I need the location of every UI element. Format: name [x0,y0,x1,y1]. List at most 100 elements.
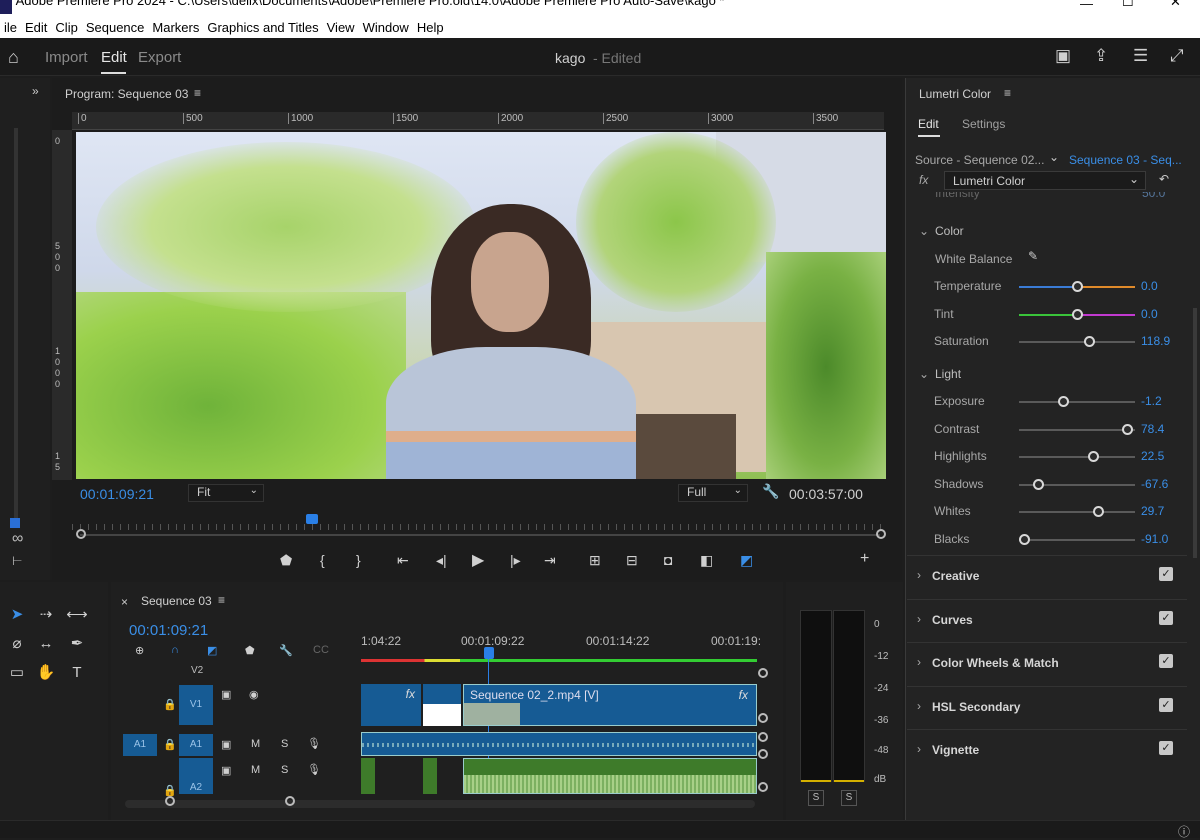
snap-icon[interactable]: ∩ [171,644,179,656]
slider-knob[interactable] [1092,506,1104,517]
slip-tool-icon[interactable]: ↔ [33,631,59,657]
export-frame-icon[interactable]: ◘ [664,552,672,568]
type-tool-icon[interactable]: T [64,660,90,686]
insert-sequence-icon[interactable]: ⊕ [135,644,144,657]
slider-knob[interactable] [1072,281,1083,292]
solo-right-button[interactable]: S [841,790,857,806]
track-scroll-handle-1[interactable] [758,668,768,678]
slider-value[interactable]: 118.9 [1141,334,1170,348]
left-vertical-slider[interactable] [14,128,18,528]
menu-item-5[interactable]: Graphics and Titles [203,20,322,35]
solo-left-button[interactable]: S [808,790,824,806]
button-editor-icon[interactable]: + [860,550,869,568]
slider-knob[interactable] [1018,534,1030,545]
track-v1-target[interactable]: V1 [179,685,213,725]
slider-value[interactable]: 0.0 [1141,307,1158,321]
audio-clip-a2-main[interactable] [463,758,757,794]
sequence-clip-label[interactable]: Sequence 03 - Seq... [1069,153,1182,167]
expand-panels-icon[interactable]: » [32,84,39,98]
slider-track[interactable] [1019,341,1135,343]
info-icon[interactable]: ⓘ [1178,823,1190,840]
program-monitor-title[interactable]: Program: Sequence 03 [65,87,188,101]
sync-lock-icon[interactable]: ▣ [221,738,231,751]
audio-clip-a1[interactable] [361,732,757,756]
quick-export-icon[interactable]: ▣ [1055,46,1071,66]
captions-icon[interactable]: CC [313,644,329,656]
zoom-fit-select[interactable]: Fit ⌄ [188,484,264,502]
section-enable-checkbox[interactable]: ✓ [1159,567,1173,581]
sync-lock-icon[interactable]: ▣ [221,764,231,777]
menu-item-4[interactable]: Markers [148,20,203,35]
lumetri-tab-edit[interactable]: Edit [918,117,939,131]
camera-icon[interactable]: ▣ [221,688,231,701]
link-icon[interactable]: ∞ [12,530,23,548]
slider-value[interactable]: 0.0 [1141,279,1158,293]
scroll-handle-right[interactable] [285,796,295,806]
maximize-button[interactable]: ☐ [1122,0,1134,10]
track-scroll-handle-5[interactable] [758,782,768,792]
quality-select[interactable]: Full ⌄ [678,484,748,502]
solo-button[interactable]: S [281,764,288,776]
slider-value[interactable]: 78.4 [1141,422,1164,436]
menu-item-7[interactable]: Window [359,20,413,35]
slider-value[interactable]: -67.6 [1141,477,1168,491]
slider-track[interactable] [1019,456,1135,458]
audio-clip-a2-1[interactable] [361,758,375,794]
home-icon[interactable]: ⌂ [8,47,19,68]
settings-small-icon[interactable]: ⊢ [12,554,22,568]
light-expanded-chevron[interactable]: ⌄ [919,367,929,381]
section-enable-checkbox[interactable]: ✓ [1159,697,1173,712]
zoom-scrollbar[interactable] [80,534,880,536]
linked-selection-icon[interactable]: ◩ [207,644,217,657]
intensity-value[interactable]: 50.0 [1142,192,1165,200]
proxy-toggle-icon[interactable]: ◩ [740,552,753,569]
lumetri-menu-icon[interactable]: ≡ [1004,86,1011,100]
hand-tool-icon[interactable]: ✋ [33,660,59,686]
section-enable-checkbox[interactable]: ✓ [1159,741,1173,755]
track-scroll-handle-3[interactable] [758,732,768,742]
slider-knob[interactable] [1072,309,1083,320]
track-a1-target[interactable]: A1 [179,734,213,756]
chevron-right-icon[interactable]: › [917,655,921,669]
section-curves[interactable]: › Curves ✓ [907,598,1187,641]
timeline-playhead[interactable] [484,647,494,659]
lift-icon[interactable]: ⊞ [589,552,601,569]
lock-icon[interactable]: 🔒 [163,738,177,751]
add-marker-icon[interactable]: ⬟ [280,552,292,569]
sequence-menu-icon[interactable]: ≡ [218,593,225,607]
scroll-handle-left[interactable] [165,796,175,806]
slider-knob[interactable] [1083,336,1095,347]
tab-import[interactable]: Import [45,49,88,66]
menu-item-1[interactable]: Edit [21,20,51,35]
close-button[interactable]: ✕ [1170,0,1181,10]
zoom-handle-right[interactable] [876,529,886,539]
eyedropper-icon[interactable]: ✎ [1028,249,1038,263]
track-scroll-handle-2[interactable] [758,713,768,723]
mute-button[interactable]: M [251,764,260,776]
source-a1-patch[interactable]: A1 [123,734,157,756]
section-color-wheels-match[interactable]: › Color Wheels & Match ✓ [907,642,1187,684]
fullscreen-icon[interactable]: ⤢ [1170,46,1184,66]
go-to-in-icon[interactable]: ⇤ [397,552,409,569]
program-menu-icon[interactable]: ≡ [194,86,201,100]
extract-icon[interactable]: ⊟ [626,552,638,569]
workspace-settings-icon[interactable]: ☰ [1133,46,1148,66]
zoom-handle-left[interactable] [76,529,86,539]
slider-value[interactable]: 22.5 [1141,449,1164,463]
slider-knob[interactable] [1121,424,1133,435]
comparison-view-icon[interactable]: ◧ [700,552,713,569]
lock-icon[interactable]: 🔒 [163,698,177,711]
chevron-right-icon[interactable]: › [917,612,921,626]
share-icon[interactable]: ⇪ [1094,46,1108,66]
chevron-right-icon[interactable]: › [917,568,921,582]
work-area-bar[interactable] [361,659,757,662]
section-creative[interactable]: › Creative ✓ [907,555,1187,597]
tab-edit[interactable]: Edit [101,49,127,66]
light-section-label[interactable]: Light [935,367,961,381]
lumetri-tab-settings[interactable]: Settings [962,117,1005,131]
slider-track[interactable] [1019,401,1135,403]
mute-button[interactable]: M [251,738,260,750]
rectangle-tool-icon[interactable]: ▭ [4,660,30,686]
section-enable-checkbox[interactable]: ✓ [1159,654,1173,668]
audio-clip-a2-2[interactable] [423,758,437,794]
